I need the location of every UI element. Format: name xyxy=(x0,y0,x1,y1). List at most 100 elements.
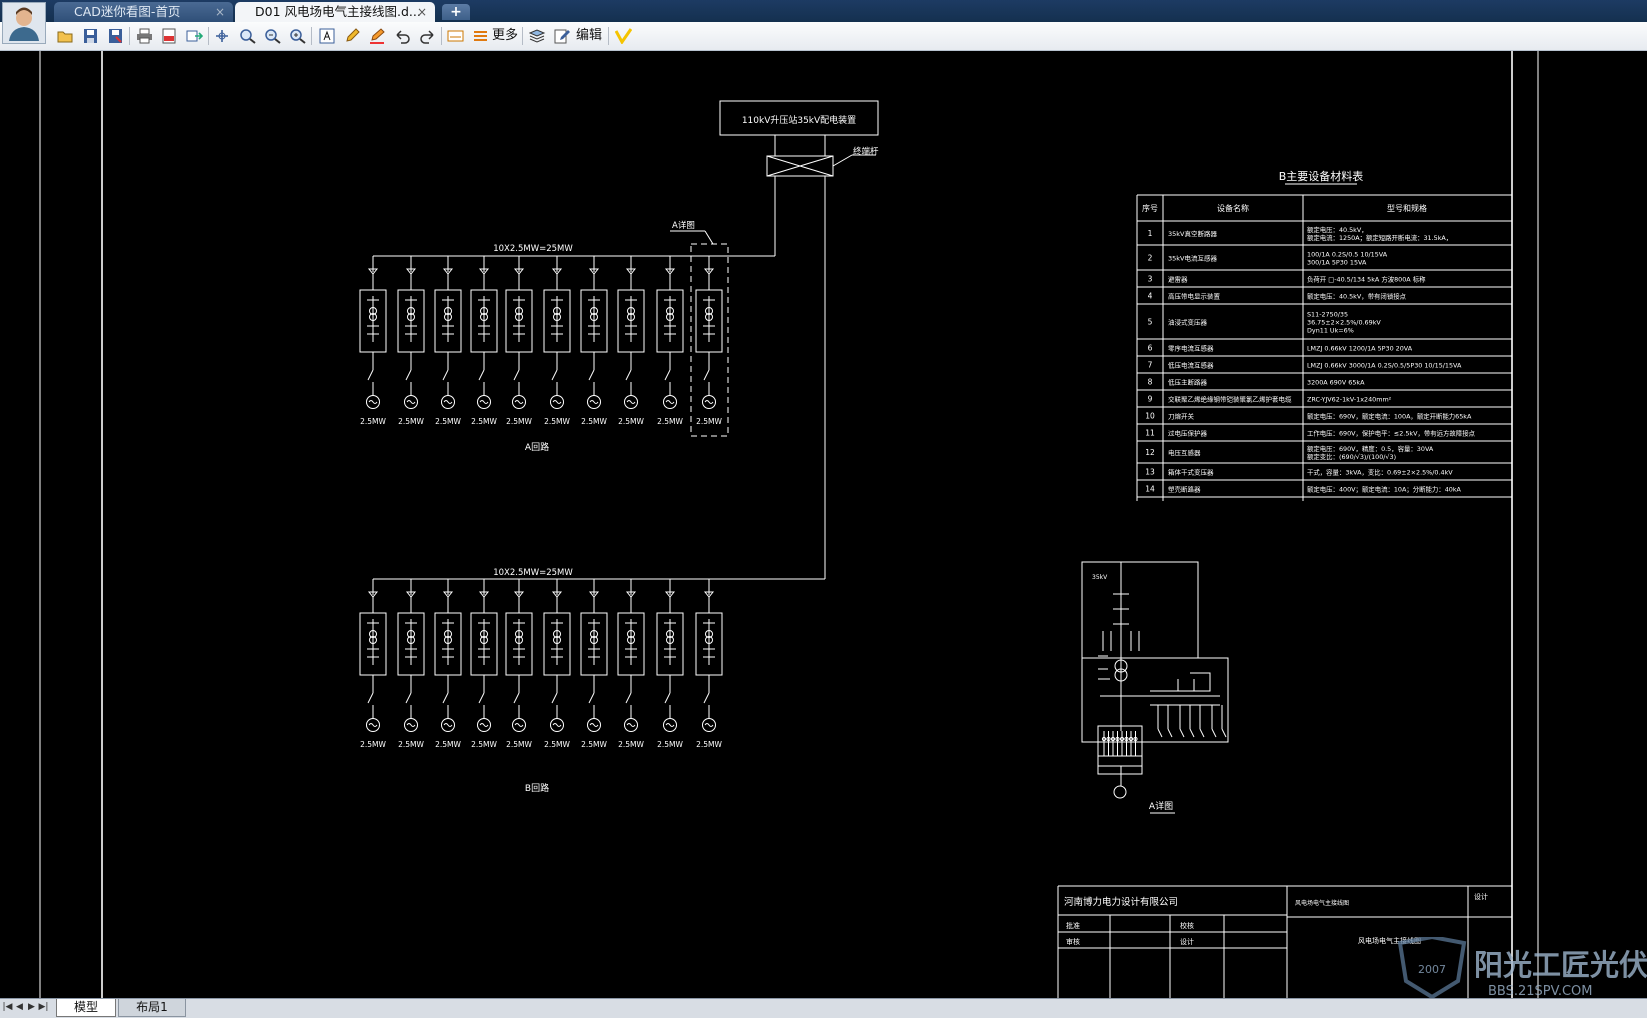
close-icon[interactable]: × xyxy=(417,2,427,22)
cable-label: 终端杆 xyxy=(853,146,879,157)
turbine-feeder-b[interactable] xyxy=(470,579,498,732)
zoom-realtime-icon[interactable] xyxy=(289,28,306,44)
layers-icon[interactable] xyxy=(529,28,546,44)
close-icon[interactable]: × xyxy=(215,2,225,22)
last-tab-icon[interactable]: ▶| xyxy=(38,1000,49,1015)
layout-tab-bar: |◀ ◀ ▶ ▶| 模型 布局1 xyxy=(0,998,1647,1018)
turbine-feeder-a[interactable] xyxy=(434,256,462,409)
export-image-icon[interactable] xyxy=(186,28,203,44)
turbine-feeder-a[interactable] xyxy=(359,256,387,409)
vip-check-icon[interactable] xyxy=(615,28,632,44)
turbine-rating-label: 2.5MW xyxy=(360,417,386,426)
turbine-feeder-a[interactable] xyxy=(695,256,723,409)
table-cell-no: 14 xyxy=(1145,485,1155,494)
save-icon[interactable] xyxy=(82,28,99,44)
pan-icon[interactable] xyxy=(214,28,231,44)
table-cell-no: 12 xyxy=(1145,448,1155,457)
table-cell-no: 13 xyxy=(1145,468,1155,477)
open-folder-icon[interactable] xyxy=(57,28,74,44)
turbine-feeder-a[interactable] xyxy=(580,256,608,409)
tab-layout1[interactable]: 布局1 xyxy=(118,999,186,1017)
table-cell-no: 6 xyxy=(1148,344,1153,353)
table-cell-spec: 额定电流：1250A；额定短路开断电流：31.5kA， xyxy=(1307,233,1452,242)
turbine-rating-label: 2.5MW xyxy=(696,740,722,749)
watermark-url: BBS.21SPV.COM xyxy=(1488,984,1593,999)
table-cell-spec: 3200A 690V 65kA xyxy=(1307,379,1365,387)
table-cell-spec: 额定电压：400V；额定电流：10A；分断能力：40kA xyxy=(1307,485,1462,494)
turbine-feeder-a[interactable] xyxy=(397,256,425,409)
title-row1-b: 校核 xyxy=(1180,921,1194,930)
print-icon[interactable] xyxy=(136,28,153,44)
turbine-feeder-b[interactable] xyxy=(695,579,723,732)
turbine-rating-label: 2.5MW xyxy=(544,740,570,749)
table-cell-spec: 额定电压：690V，精度：0.5，容量：30VA xyxy=(1307,444,1434,453)
table-cell-name: 高压带电显示装置 xyxy=(1168,292,1221,301)
more-button[interactable]: 更多 xyxy=(492,28,518,44)
export-pdf-icon[interactable] xyxy=(161,28,178,44)
turbine-feeder-b[interactable] xyxy=(397,579,425,732)
turbine-feeder-a[interactable] xyxy=(505,256,533,409)
tab-drawing[interactable]: D01 风电场电气主接线图.d... × xyxy=(235,2,435,22)
turbine-feeder-b[interactable] xyxy=(617,579,645,732)
first-tab-icon[interactable]: |◀ xyxy=(2,1000,13,1015)
undo-icon[interactable] xyxy=(394,28,411,44)
watermark-year: 2007 xyxy=(1418,963,1446,976)
table-cell-spec: 300/1A 5P30 15VA xyxy=(1307,259,1367,267)
turbine-feeder-b[interactable] xyxy=(359,579,387,732)
avatar[interactable] xyxy=(2,2,46,44)
edit-button[interactable]: 编辑 xyxy=(576,28,602,44)
user-avatar-icon xyxy=(3,3,45,43)
pencil-icon[interactable] xyxy=(344,28,361,44)
title-stage: 设计 xyxy=(1474,892,1488,901)
bus-b-label: 10X2.5MW=25MW xyxy=(493,568,573,578)
table-cell-no: 7 xyxy=(1148,361,1153,370)
turbine-feeder-a[interactable] xyxy=(656,256,684,409)
tab-home[interactable]: CAD迷你看图-首页 × xyxy=(54,2,233,22)
turbine-rating-label: 2.5MW xyxy=(360,740,386,749)
edit-icon[interactable] xyxy=(554,28,571,44)
more-icon[interactable] xyxy=(472,28,489,44)
feeder-group xyxy=(359,256,723,732)
turbine-feeder-b[interactable] xyxy=(656,579,684,732)
measure-icon[interactable] xyxy=(447,28,464,44)
turbine-feeder-a[interactable] xyxy=(543,256,571,409)
title-company: 河南博力电力设计有限公司 xyxy=(1064,896,1178,908)
new-tab-button[interactable]: + xyxy=(442,4,470,20)
table-cell-name: 电压互感器 xyxy=(1168,448,1201,457)
table-cell-spec: 额定电压：690V，额定电流：100A，额定开断能力65kA xyxy=(1307,412,1472,421)
tab-bar: CAD迷你看图-首页 × D01 风电场电气主接线图.d... × + xyxy=(0,0,1647,22)
turbine-feeder-a[interactable] xyxy=(470,256,498,409)
save-as-icon[interactable] xyxy=(107,28,124,44)
turbine-feeder-b[interactable] xyxy=(434,579,462,732)
bus-a-label: 10X2.5MW=25MW xyxy=(493,244,573,254)
substation-label: 110kV升压站35kV配电装置 xyxy=(742,114,856,126)
highlighter-icon[interactable] xyxy=(369,28,386,44)
cad-drawing[interactable]: 110kV升压站35kV配电装置 终端杆 A详图 10X2.5MW=25MW 1… xyxy=(0,51,1647,998)
turbine-rating-label: 2.5MW xyxy=(657,740,683,749)
redo-icon[interactable] xyxy=(419,28,436,44)
detail-a-frame-lower xyxy=(1081,657,1229,743)
table-cell-no: 5 xyxy=(1148,318,1153,327)
table-cell-name: 塑壳断路器 xyxy=(1168,485,1201,494)
zoom-extents-icon[interactable] xyxy=(264,28,281,44)
tab-model[interactable]: 模型 xyxy=(56,999,116,1017)
table-cell-spec: 干式，容量：3kVA，变比：0.69±2×2.5%/0.4kV xyxy=(1307,468,1453,477)
turbine-rating-label: 2.5MW xyxy=(657,417,683,426)
turbine-feeder-a[interactable] xyxy=(617,256,645,409)
table-cell-no: 11 xyxy=(1145,429,1155,438)
drawing-canvas[interactable]: 110kV升压站35kV配电装置 终端杆 A详图 10X2.5MW=25MW 1… xyxy=(0,51,1647,998)
next-tab-icon[interactable]: ▶ xyxy=(26,1000,37,1015)
turbine-rating-label: 2.5MW xyxy=(618,417,644,426)
turbine-rating-label: 2.5MW xyxy=(435,740,461,749)
table-cell-name: 油浸式变压器 xyxy=(1168,318,1208,327)
turbine-feeder-b[interactable] xyxy=(543,579,571,732)
prev-tab-icon[interactable]: ◀ xyxy=(14,1000,25,1015)
turbine-feeder-b[interactable] xyxy=(580,579,608,732)
table-cell-spec: ZRC-YJV62-1kV-1x240mm² xyxy=(1307,396,1392,404)
watermark-text: 阳光工匠光伏论坛 xyxy=(1474,948,1647,982)
text-tool-icon[interactable] xyxy=(319,28,336,44)
turbine-feeder-b[interactable] xyxy=(505,579,533,732)
tab-home-label: CAD迷你看图-首页 xyxy=(74,4,181,19)
table-cell-name: 零序电流互感器 xyxy=(1168,344,1214,353)
zoom-window-icon[interactable] xyxy=(239,28,256,44)
